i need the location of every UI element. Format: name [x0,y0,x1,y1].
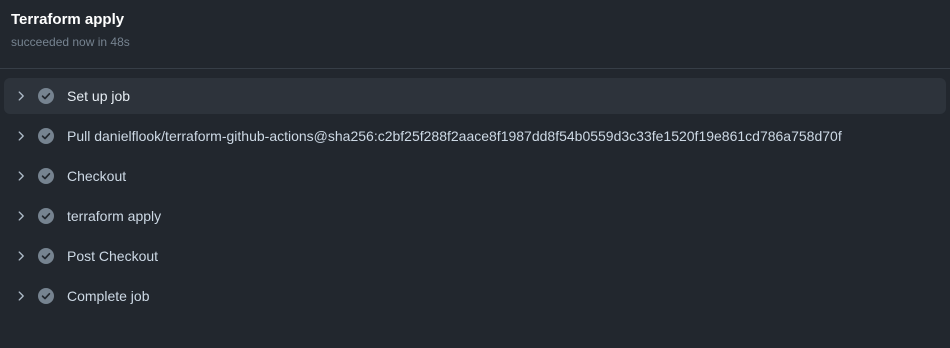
chevron-right-icon[interactable] [14,89,28,103]
step-terraform-apply[interactable]: terraform apply [4,198,946,234]
check-circle-icon [38,168,54,184]
step-set-up-job[interactable]: Set up job [4,78,946,114]
step-label: Pull danielflook/terraform-github-action… [67,128,842,144]
job-title: Terraform apply [11,11,125,28]
chevron-right-icon[interactable] [14,169,28,183]
step-post-checkout[interactable]: Post Checkout [4,238,946,274]
check-circle-icon [38,248,54,264]
step-label: Set up job [67,88,131,104]
job-status: succeeded now in 48s [11,35,130,49]
step-pull-image[interactable]: Pull danielflook/terraform-github-action… [4,118,946,154]
check-circle-icon [38,288,54,304]
chevron-right-icon[interactable] [14,209,28,223]
step-complete-job[interactable]: Complete job [4,278,946,314]
check-circle-icon [38,128,54,144]
check-circle-icon [38,208,54,224]
chevron-right-icon[interactable] [14,129,28,143]
step-label: Complete job [67,288,150,304]
steps-list: Set up job Pull danielflook/terraform-gi… [4,78,946,318]
chevron-right-icon[interactable] [14,249,28,263]
step-label: Post Checkout [67,248,159,264]
step-label: Checkout [67,168,127,184]
step-checkout[interactable]: Checkout [4,158,946,194]
job-header: Terraform apply succeeded now in 48s [0,0,950,69]
check-circle-icon [38,88,54,104]
chevron-right-icon[interactable] [14,289,28,303]
step-label: terraform apply [67,208,162,224]
